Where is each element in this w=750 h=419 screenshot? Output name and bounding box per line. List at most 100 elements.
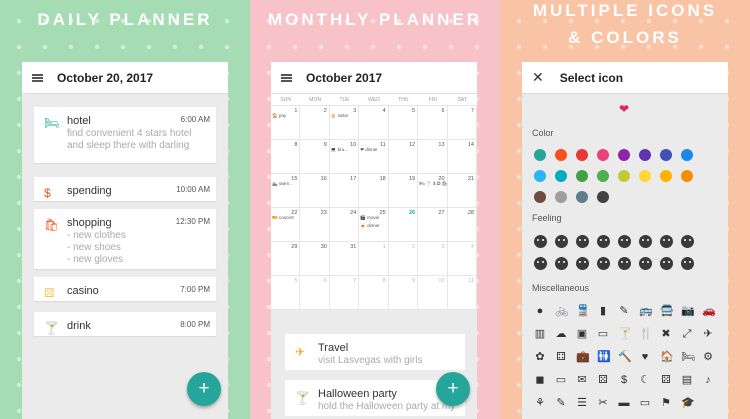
misc-icon[interactable]: 🎓 (681, 397, 695, 409)
calendar-day-cell[interactable]: 28 (448, 208, 477, 241)
misc-icon[interactable]: ☰ (576, 397, 588, 409)
misc-icon[interactable]: ▣ (576, 328, 588, 340)
misc-icon[interactable]: 🚻 (597, 351, 611, 363)
misc-icon[interactable]: 🚆 (576, 305, 590, 317)
misc-icon[interactable]: 📷 (681, 305, 695, 317)
misc-icon[interactable]: ▥ (534, 328, 546, 340)
calendar-event[interactable]: ❤ dinner (360, 147, 378, 153)
color-swatch[interactable] (618, 170, 630, 182)
color-swatch[interactable] (555, 170, 567, 182)
emoji-face-icon[interactable] (618, 257, 631, 270)
color-swatch[interactable] (681, 170, 693, 182)
misc-icon[interactable]: ⚄ (597, 374, 609, 386)
calendar-event[interactable]: 🎬 movie (360, 215, 379, 221)
misc-icon[interactable]: ⚃ (555, 351, 567, 363)
calendar-day-cell[interactable]: 10 (418, 276, 448, 309)
misc-icon[interactable]: ⤢ (681, 328, 693, 340)
color-swatch[interactable] (555, 191, 567, 203)
misc-icon[interactable]: ⚘ (534, 397, 546, 409)
calendar-day-cell[interactable]: 11 ❤ dinner (359, 140, 389, 173)
misc-icon[interactable]: ✉ (576, 374, 588, 386)
misc-icon[interactable]: ✎ (555, 397, 567, 409)
misc-icon[interactable]: ✂ (597, 397, 609, 409)
calendar-event[interactable]: 🍝 dinner (360, 223, 379, 229)
misc-icon[interactable]: ⚙ (702, 351, 714, 363)
misc-icon[interactable]: ▭ (597, 328, 609, 340)
calendar-day-cell[interactable]: 8 (271, 140, 301, 173)
misc-icon[interactable]: ✎ (618, 305, 630, 317)
misc-icon[interactable]: ▮ (597, 305, 609, 317)
emoji-face-icon[interactable] (576, 257, 589, 270)
misc-icon[interactable]: 🏠 (660, 351, 674, 363)
color-swatch[interactable] (597, 170, 609, 182)
calendar-day-cell[interactable]: 9 (300, 140, 330, 173)
color-swatch[interactable] (660, 149, 672, 161)
misc-icon[interactable]: 🚍 (660, 305, 674, 317)
calendar-day-cell[interactable]: 4 (359, 106, 389, 139)
calendar-day-cell[interactable]: 12 (389, 140, 419, 173)
color-swatch[interactable] (534, 170, 546, 182)
color-swatch[interactable] (576, 149, 588, 161)
calendar-day-cell[interactable]: 30 (300, 242, 330, 275)
misc-icon[interactable]: 🛏 (681, 351, 695, 363)
calendar-day-cell[interactable]: 15 🏊 swim... (271, 174, 301, 207)
misc-icon[interactable]: 🔨 (618, 351, 632, 363)
calendar-day-cell[interactable]: 18 (359, 174, 389, 207)
menu-icon[interactable] (281, 73, 292, 82)
calendar-day-cell[interactable]: 11 (448, 276, 477, 309)
calendar-day-cell[interactable]: 5 (389, 106, 419, 139)
calendar-day-cell[interactable]: 2 (300, 106, 330, 139)
calendar-day-cell[interactable]: 22 🎫 concert (271, 208, 301, 241)
misc-icon[interactable]: 🍴 (639, 328, 653, 340)
add-event-button[interactable]: + (187, 372, 221, 406)
color-swatch[interactable] (597, 149, 609, 161)
calendar-day-cell[interactable]: 29 (271, 242, 301, 275)
calendar-event[interactable]: 💻 bru... (331, 147, 348, 153)
calendar-day-cell[interactable]: 31 (330, 242, 360, 275)
calendar-day-cell[interactable]: 7 (330, 276, 360, 309)
color-swatch[interactable] (639, 170, 651, 182)
calendar-day-cell[interactable]: 5 (271, 276, 301, 309)
color-swatch[interactable] (555, 149, 567, 161)
calendar-day-cell[interactable]: 17 (330, 174, 360, 207)
emoji-face-icon[interactable] (534, 235, 547, 248)
calendar-event[interactable]: 🎫 concert (272, 215, 294, 221)
emoji-face-icon[interactable] (639, 257, 652, 270)
close-icon[interactable]: ✕ (532, 69, 544, 86)
misc-icon[interactable]: ▭ (639, 397, 651, 409)
color-swatch[interactable] (618, 149, 630, 161)
calendar-event[interactable]: 🏊 swim... (272, 181, 293, 187)
calendar-day-cell[interactable]: 16 (300, 174, 330, 207)
calendar-day-cell[interactable]: 3 🎂 sister (330, 106, 360, 139)
misc-icon[interactable]: ▭ (555, 374, 567, 386)
calendar-day-cell[interactable]: 13 (418, 140, 448, 173)
calendar-day-cell[interactable]: 20 🛏 🍸 $ ⚄ 🛍 (418, 174, 448, 207)
misc-icon[interactable]: ◼ (534, 374, 546, 386)
misc-icon[interactable]: 🚗 (702, 305, 716, 317)
misc-icon[interactable]: ✈ (702, 328, 714, 340)
event-card[interactable]: 🛍 shopping 12:30 PM - new clothes - new sho… (34, 209, 216, 269)
misc-icon[interactable]: ☾ (639, 374, 651, 386)
calendar-day-cell[interactable]: 23 (300, 208, 330, 241)
calendar-day-cell[interactable]: 6 (418, 106, 448, 139)
emoji-face-icon[interactable] (555, 257, 568, 270)
calendar-day-cell[interactable]: 26 (389, 208, 419, 241)
misc-icon[interactable]: ✿ (534, 351, 546, 363)
color-swatch[interactable] (534, 149, 546, 161)
misc-icon[interactable]: ▬ (618, 397, 630, 409)
task-card[interactable]: ✈ Travel visit Lasvegas with girls (285, 334, 465, 370)
misc-icon[interactable]: $ (618, 374, 630, 386)
emoji-face-icon[interactable] (597, 257, 610, 270)
calendar-event[interactable]: 🎂 sister (331, 113, 349, 119)
emoji-face-icon[interactable] (681, 257, 694, 270)
misc-icon[interactable]: ♥ (639, 351, 651, 363)
calendar-day-cell[interactable]: 6 (300, 276, 330, 309)
emoji-face-icon[interactable] (534, 257, 547, 270)
calendar-event[interactable]: 🏠 pay (272, 113, 286, 119)
misc-icon[interactable]: ✖ (660, 328, 672, 340)
add-task-button[interactable]: + (436, 372, 470, 406)
misc-icon[interactable]: 🍸 (618, 328, 632, 340)
calendar-day-cell[interactable]: 1 🏠 pay (271, 106, 301, 139)
emoji-face-icon[interactable] (576, 235, 589, 248)
misc-icon[interactable]: ⚄ (660, 374, 672, 386)
